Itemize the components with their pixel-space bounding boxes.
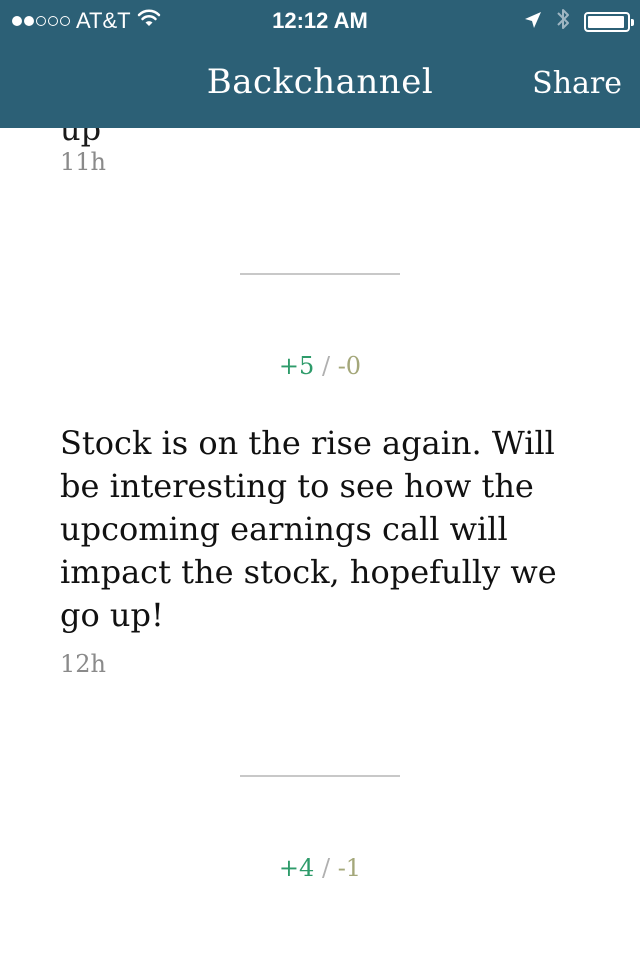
vote-count: +4 / -1 [0,854,640,882]
app-header: AT&T 12:12 AM Backchannel Share [0,0,640,128]
battery-nub [631,19,634,26]
location-arrow-icon [524,9,542,35]
vote-separator: / [321,854,331,882]
vote-separator: / [321,352,331,380]
downvote-count[interactable]: -1 [338,854,361,882]
downvote-count[interactable]: -0 [338,352,361,380]
post-timestamp: 12h [60,650,106,678]
post-timestamp: 11h [60,148,106,176]
upvote-count[interactable]: +4 [279,854,314,882]
status-bar: AT&T 12:12 AM [0,0,640,40]
share-button[interactable]: Share [532,66,622,101]
battery-icon [584,12,634,32]
battery-fill [588,16,624,28]
post-text-clipped: up [60,128,102,148]
post-divider [240,775,400,777]
post-text[interactable]: Stock is on the rise again. Will be inte… [60,422,580,637]
post-feed[interactable]: up 11h +5 / -0 Stock is on the rise agai… [0,128,640,960]
status-right [524,7,634,37]
upvote-count[interactable]: +5 [279,352,314,380]
bluetooth-icon [556,7,570,37]
post-divider [240,273,400,275]
vote-count: +5 / -0 [0,352,640,380]
